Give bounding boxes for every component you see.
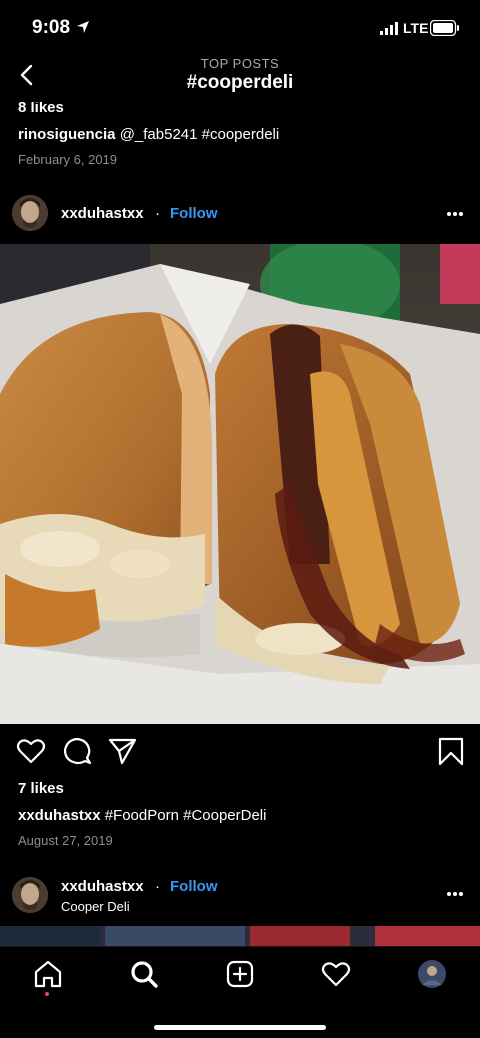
separator-dot: ·	[155, 878, 160, 895]
prev-likes-count[interactable]: 8 likes	[18, 102, 64, 116]
avatar[interactable]	[417, 959, 447, 989]
home-icon[interactable]	[33, 959, 63, 989]
post-username[interactable]: xxduhastxx	[61, 205, 144, 222]
top-nav: TOP POSTS #cooperdeli	[0, 50, 480, 102]
feed[interactable]: 8 likes rinosiguencia @_fab5241 #cooperd…	[0, 102, 480, 946]
caption-text: #FoodPorn #CooperDeli	[100, 807, 267, 824]
post-date: August 27, 2019	[18, 833, 113, 848]
heart-icon[interactable]	[16, 736, 46, 766]
more-horizontal-icon[interactable]	[446, 891, 464, 897]
prev-caption: rinosiguencia @_fab5241 #cooperdeli	[18, 126, 279, 143]
separator-dot: ·	[155, 205, 160, 222]
prev-post-date: February 6, 2019	[18, 152, 118, 167]
home-indicator	[154, 1025, 326, 1030]
signal-icon	[380, 22, 398, 35]
notification-dot	[45, 992, 49, 996]
send-icon[interactable]	[107, 736, 137, 766]
bottom-tab-bar	[0, 946, 480, 1038]
caption-username[interactable]: xxduhastxx	[18, 807, 101, 824]
avatar[interactable]	[12, 877, 48, 913]
plus-square-icon[interactable]	[225, 959, 255, 989]
post-location[interactable]: Cooper Deli	[61, 899, 130, 914]
battery-icon	[430, 20, 459, 36]
prev-caption-text: @_fab5241 #cooperdeli	[115, 126, 280, 143]
network-label: LTE	[403, 20, 429, 36]
more-horizontal-icon[interactable]	[446, 211, 464, 217]
next-post-username[interactable]: xxduhastxx	[61, 878, 144, 895]
post-caption: xxduhastxx #FoodPorn #CooperDeli	[18, 807, 266, 824]
post-header: xxduhastxx · Follow	[0, 186, 480, 242]
status-bar: 9:08 LTE	[0, 0, 480, 50]
prev-caption-username[interactable]: rinosiguencia	[18, 126, 116, 143]
next-follow-button[interactable]: Follow	[170, 878, 218, 895]
avatar[interactable]	[12, 195, 48, 231]
next-post-header: xxduhastxx · Follow Cooper Deli	[0, 866, 480, 922]
next-post-photo[interactable]	[0, 926, 480, 946]
heart-icon[interactable]	[321, 959, 351, 989]
post-photo[interactable]	[0, 244, 480, 724]
comment-icon[interactable]	[62, 736, 92, 766]
header-subtitle: TOP POSTS	[200, 56, 280, 71]
search-icon[interactable]	[129, 959, 159, 989]
location-arrow-icon	[77, 21, 89, 33]
follow-button[interactable]: Follow	[170, 205, 218, 222]
bookmark-icon[interactable]	[436, 736, 466, 766]
status-time: 9:08	[32, 17, 71, 38]
likes-count[interactable]: 7 likes	[18, 780, 64, 797]
page-title: #cooperdeli	[186, 72, 294, 93]
